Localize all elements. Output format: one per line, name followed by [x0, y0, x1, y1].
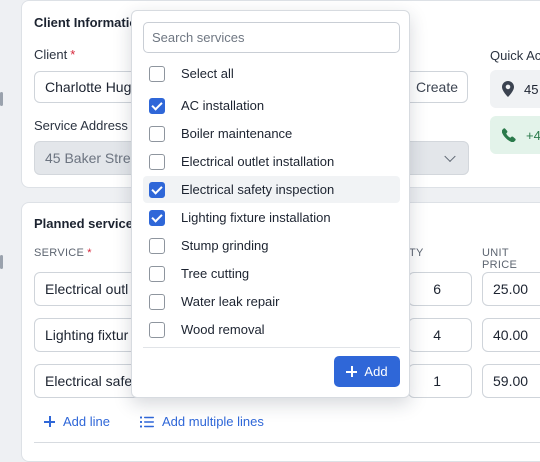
service-row-2-value: Lighting fixtur: [45, 327, 129, 343]
unit-price-column-header: UNIT PRICE: [482, 247, 518, 271]
required-asterisk: *: [70, 47, 76, 62]
plus-icon: [44, 416, 55, 427]
checkbox-icon[interactable]: [149, 265, 165, 282]
checkbox-checked-icon[interactable]: [149, 181, 165, 198]
unit-price-row-1-input[interactable]: 25.00: [482, 272, 540, 306]
left-edge-strip: [0, 0, 22, 447]
edge-marker: [0, 92, 3, 106]
required-asterisk: *: [87, 247, 92, 259]
service-column-header: SERVICE *: [34, 247, 92, 259]
option-label: Wood removal: [181, 322, 265, 337]
section-divider: [34, 442, 540, 443]
unit-price-row-2-input[interactable]: 40.00: [482, 318, 540, 352]
quick-address-button[interactable]: 45: [490, 70, 540, 108]
quantity-row-1-value: 6: [433, 281, 441, 297]
option-label: Water leak repair: [181, 294, 280, 309]
service-option[interactable]: Electrical outlet installation: [143, 148, 400, 175]
location-pin-icon: [502, 81, 514, 97]
search-placeholder: Search services: [152, 30, 245, 45]
quick-actions-label: Quick Ac: [490, 48, 540, 63]
option-label: Lighting fixture installation: [181, 210, 331, 225]
checkbox-icon[interactable]: [149, 153, 165, 170]
option-label: Stump grinding: [181, 238, 269, 253]
checkbox-icon[interactable]: [149, 321, 165, 338]
option-label: Electrical outlet installation: [181, 154, 335, 169]
service-option[interactable]: Water leak repair: [143, 288, 400, 315]
list-icon: [140, 416, 154, 427]
quantity-row-2-value: 4: [433, 327, 441, 343]
service-row-1-value: Electrical outl: [45, 281, 129, 297]
service-row-3-value: Electrical safe: [45, 373, 133, 389]
plus-icon: [346, 366, 358, 377]
quantity-row-2-input[interactable]: 4: [408, 318, 472, 352]
chevron-down-icon: [444, 150, 456, 163]
unit-price-row-3-value: 59.00: [493, 373, 529, 389]
option-label: Boiler maintenance: [181, 126, 293, 141]
edge-marker: [0, 255, 3, 269]
client-label: Client *: [34, 47, 76, 62]
client-information-title: Client Information: [34, 15, 146, 30]
service-address-label: Service Address: [34, 118, 128, 133]
checkbox-icon[interactable]: [149, 237, 165, 254]
service-option[interactable]: Tree cutting: [143, 260, 400, 287]
add-multiple-lines-button[interactable]: Add multiple lines: [140, 414, 264, 429]
phone-icon: [502, 128, 516, 142]
add-multiple-lines-label: Add multiple lines: [162, 414, 264, 429]
add-services-label: Add: [364, 364, 388, 379]
planned-services-title: Planned services: [34, 216, 141, 231]
quick-phone-text: +4: [526, 127, 540, 143]
add-line-button[interactable]: Add line: [44, 414, 110, 429]
unit-price-row-3-input[interactable]: 59.00: [482, 364, 540, 398]
service-option[interactable]: Wood removal: [143, 316, 400, 343]
checkbox-icon[interactable]: [149, 293, 165, 310]
quantity-row-1-input[interactable]: 6: [408, 272, 472, 306]
add-services-button[interactable]: Add: [334, 356, 400, 387]
service-option[interactable]: Stump grinding: [143, 232, 400, 259]
service-address-value: 45 Baker Street: [45, 150, 143, 166]
option-label: Electrical safety inspection: [181, 182, 335, 197]
checkbox-checked-icon[interactable]: [149, 97, 165, 114]
option-label: Tree cutting: [181, 266, 250, 281]
service-option[interactable]: AC installation: [143, 92, 400, 119]
quantity-column-header: TY: [409, 247, 424, 259]
add-line-label: Add line: [63, 414, 110, 429]
unit-price-row-1-value: 25.00: [493, 281, 529, 297]
service-option[interactable]: Lighting fixture installation: [143, 204, 400, 231]
checkbox-checked-icon[interactable]: [149, 209, 165, 226]
quantity-row-3-value: 1: [433, 373, 441, 389]
dropdown-divider: [143, 347, 400, 348]
search-services-input[interactable]: Search services: [143, 22, 400, 53]
quantity-row-3-input[interactable]: 1: [408, 364, 472, 398]
select-all-option[interactable]: Select all: [143, 60, 400, 87]
checkbox-icon[interactable]: [149, 125, 165, 142]
service-option[interactable]: Boiler maintenance: [143, 120, 400, 147]
services-dropdown: Search services Select all AC installati…: [131, 10, 410, 398]
create-client-label: Create: [416, 79, 459, 95]
quick-address-text: 45: [524, 81, 539, 97]
checkbox-icon[interactable]: [149, 65, 165, 82]
unit-price-row-2-value: 40.00: [493, 327, 529, 343]
option-label: Select all: [181, 66, 234, 81]
option-label: AC installation: [181, 98, 265, 113]
service-option[interactable]: Electrical safety inspection: [143, 176, 400, 203]
quick-phone-button[interactable]: +4: [490, 116, 540, 154]
